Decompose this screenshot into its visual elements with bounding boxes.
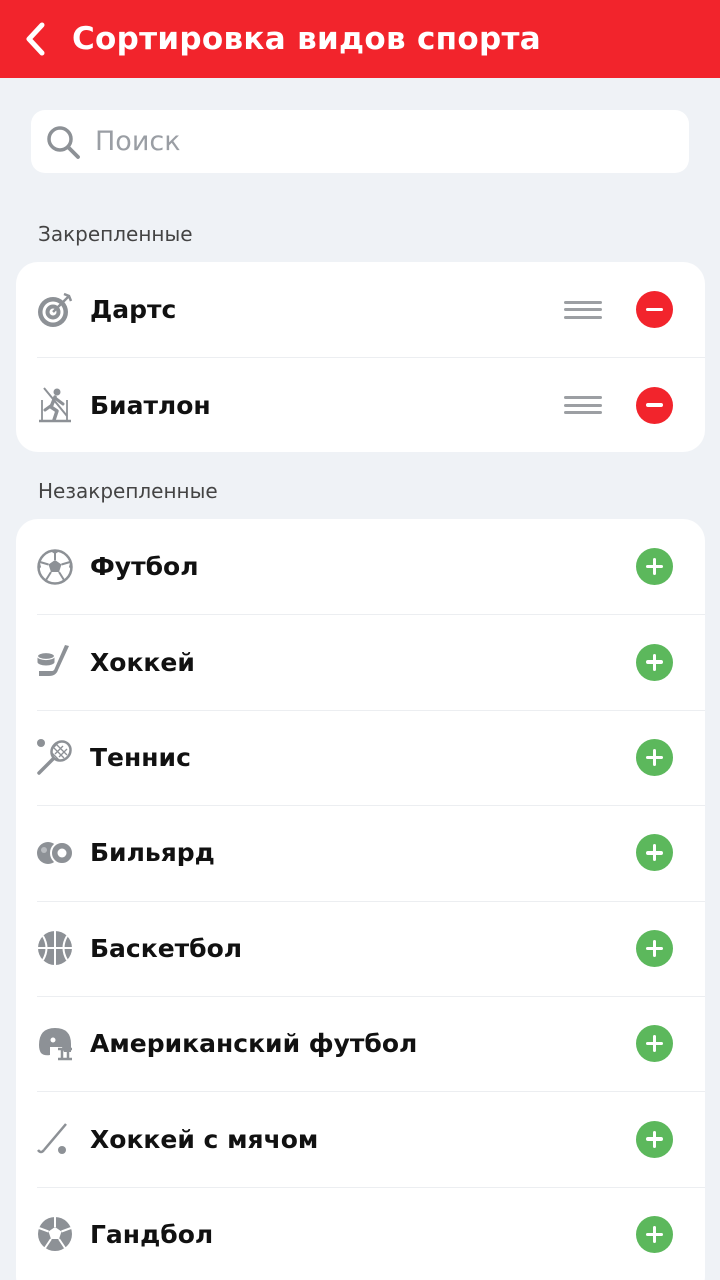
sport-name: Хоккей [90,647,195,677]
sport-name: Хоккей с мячом [90,1124,319,1154]
add-button[interactable] [636,1025,673,1063]
remove-button[interactable] [636,386,673,424]
sport-name: Баскетбол [90,933,243,963]
add-button[interactable] [636,834,673,872]
search-box[interactable] [31,110,689,173]
list-item[interactable]: Гандбол [16,1186,705,1280]
minus-icon [646,307,663,312]
section-label-unpinned: Незакрепленные [38,479,218,503]
drag-handle-icon[interactable] [564,298,602,322]
football-helmet-icon [36,1025,74,1063]
handball-icon [36,1215,74,1253]
sport-name: Биатлон [90,390,211,420]
list-item[interactable]: Дартс [16,262,705,357]
page-title: Сортировка видов спорта [72,21,541,57]
list-item[interactable]: Биатлон [16,357,705,452]
bandy-icon [36,1120,74,1158]
sport-name: Футбол [90,552,199,582]
app-header: Сортировка видов спорта [0,0,720,78]
sport-name: Теннис [90,742,191,772]
list-item[interactable]: Футбол [16,519,705,614]
billiards-icon [36,834,74,872]
darts-icon [36,291,74,329]
list-item[interactable]: Хоккей с мячом [16,1091,705,1186]
add-button[interactable] [636,738,673,776]
add-button[interactable] [636,643,673,681]
list-item[interactable]: Баскетбол [16,900,705,996]
soccer-ball-icon [36,548,74,586]
back-button[interactable] [20,21,50,57]
list-item[interactable]: Теннис [16,709,705,805]
sport-name: Гандбол [90,1219,214,1249]
add-button[interactable] [636,929,673,967]
hockey-icon [36,643,74,681]
search-input[interactable] [95,126,655,157]
chevron-left-icon [26,22,45,56]
add-button[interactable] [636,548,673,586]
list-item[interactable]: Американский футбол [16,995,705,1091]
biathlon-icon [36,386,74,424]
drag-handle-icon[interactable] [564,393,602,417]
remove-button[interactable] [636,291,673,329]
section-label-pinned: Закрепленные [38,222,193,246]
pinned-list: Дартс Биатлон [16,262,705,452]
search-icon [45,124,81,160]
minus-icon [646,403,663,407]
tennis-icon [36,738,74,776]
sport-name: Дартс [90,295,177,325]
add-button[interactable] [636,1120,673,1158]
unpinned-list: Футбол Хоккей Теннис Бильярд Баскетбол А… [16,519,705,1280]
sport-name: Бильярд [90,838,215,868]
basketball-icon [36,929,74,967]
list-item[interactable]: Хоккей [16,614,705,709]
list-item[interactable]: Бильярд [16,805,705,900]
sport-name: Американский футбол [90,1029,418,1059]
add-button[interactable] [636,1215,673,1253]
